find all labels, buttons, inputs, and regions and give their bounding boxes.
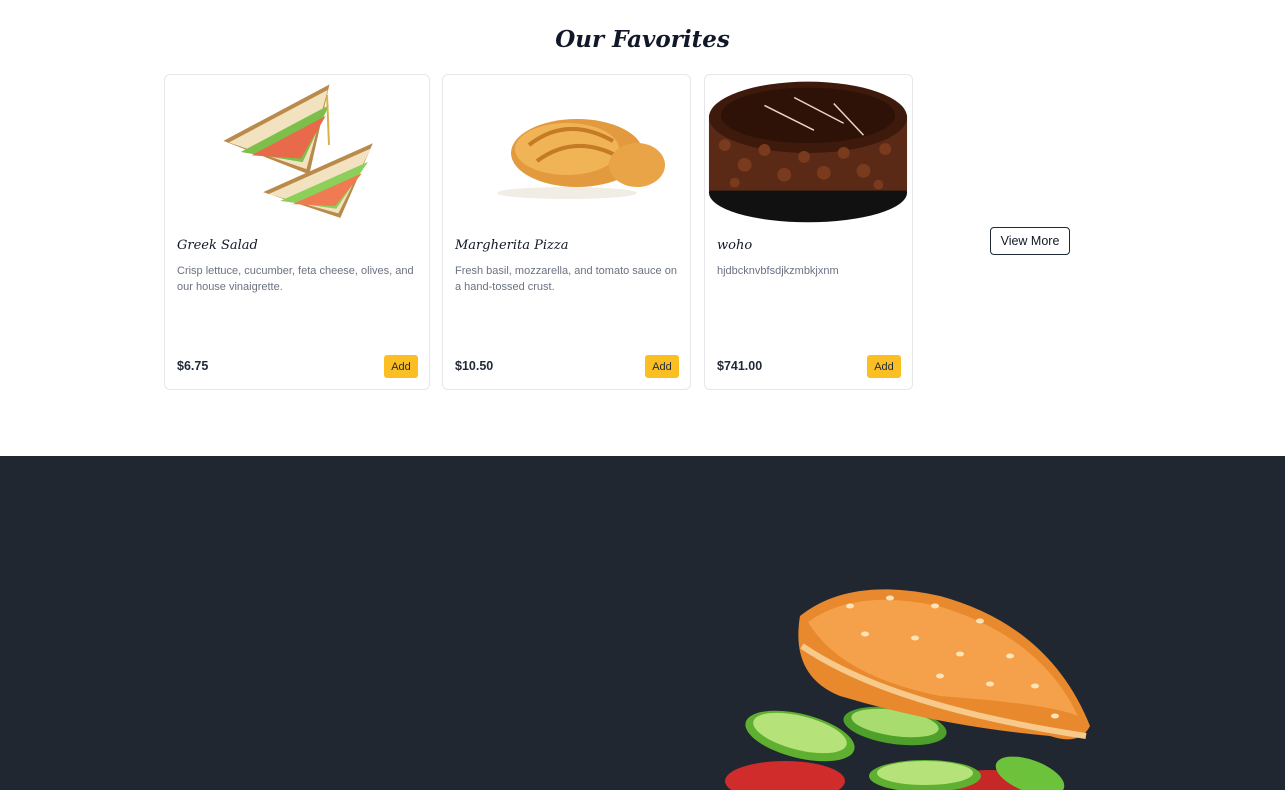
item-price: $6.75 (177, 359, 209, 373)
croissant-image (443, 75, 690, 225)
section-title: Our Favorites (555, 26, 730, 53)
view-more-button[interactable]: View More (990, 227, 1070, 255)
add-button[interactable]: Add (384, 355, 418, 378)
item-name: woho (717, 238, 753, 253)
menu-card-margherita-pizza[interactable]: Margherita Pizza Fresh basil, mozzarella… (442, 74, 691, 390)
item-description: Crisp lettuce, cucumber, feta cheese, ol… (177, 265, 414, 293)
item-price: $741.00 (717, 359, 763, 373)
favorites-section: Our Favorites Greek Salad Crisp lettuce,… (0, 0, 1285, 456)
page: Our Favorites Greek Salad Crisp lettuce,… (0, 0, 1285, 790)
item-price: $10.50 (455, 359, 494, 373)
menu-card-greek-salad[interactable]: Greek Salad Crisp lettuce, cucumber, fet… (164, 74, 430, 390)
burger-illustration (690, 576, 1110, 790)
add-button[interactable]: Add (645, 355, 679, 378)
chocolate-cake-image (705, 75, 912, 225)
item-name: Greek Salad (177, 238, 258, 253)
add-button[interactable]: Add (867, 355, 901, 378)
item-name: Margherita Pizza (455, 238, 569, 253)
menu-card-woho[interactable]: woho hjdbcknvbfsdjkzmbkjxnm $741.00 Add (704, 74, 913, 390)
item-description: hjdbcknvbfsdjkzmbkjxnm (717, 265, 839, 277)
sandwich-image (165, 75, 429, 225)
item-description: Fresh basil, mozzarella, and tomato sauc… (455, 265, 677, 293)
hero-section (0, 456, 1285, 790)
